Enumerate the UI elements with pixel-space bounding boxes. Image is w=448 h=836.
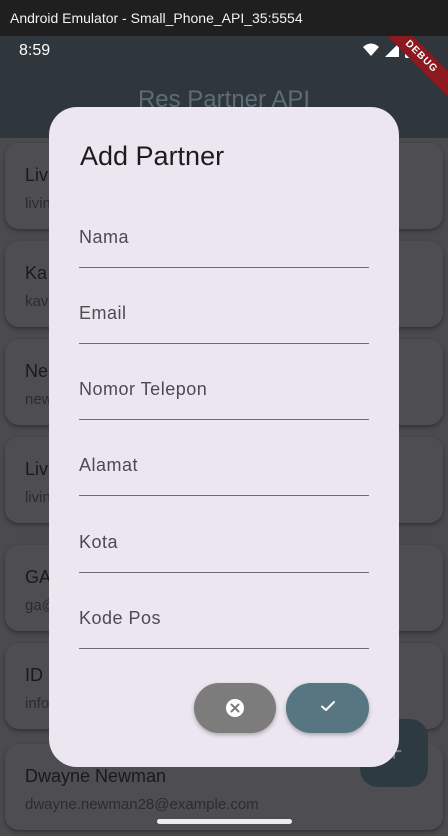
wifi-icon <box>363 43 379 62</box>
save-button[interactable] <box>286 683 369 733</box>
partner-name: Ka <box>25 263 48 283</box>
kota-input[interactable] <box>79 512 369 572</box>
nomor-telepon-field <box>79 359 369 420</box>
status-bar: 8:59 <box>0 36 448 68</box>
partner-email: livin <box>25 489 51 506</box>
cancel-icon <box>226 699 244 717</box>
kode-pos-input[interactable] <box>79 588 369 648</box>
status-time: 8:59 <box>19 42 51 59</box>
email-field <box>79 283 369 344</box>
email-input[interactable] <box>79 283 369 343</box>
partner-email: livin <box>25 195 51 212</box>
alamat-field <box>79 435 369 496</box>
alamat-input[interactable] <box>79 435 369 495</box>
kode-pos-field <box>79 588 369 649</box>
partner-name: Liv <box>25 459 49 479</box>
partner-name: Ne <box>25 361 49 381</box>
phone-screen: 8:59 Res Partner API DEBUG Liv livin Ka <box>0 36 448 836</box>
add-partner-dialog: Add Partner <box>49 107 399 767</box>
window-title: Android Emulator - Small_Phone_API_35:55… <box>10 10 303 26</box>
dialog-title: Add Partner <box>80 141 225 171</box>
home-indicator[interactable] <box>157 819 292 824</box>
partner-email: kav <box>25 293 49 310</box>
partner-email: dwayne.newman28@example.com <box>25 796 259 813</box>
kota-field <box>79 512 369 573</box>
check-icon <box>319 699 337 718</box>
emulator-title-bar: Android Emulator - Small_Phone_API_35:55… <box>0 0 448 36</box>
partner-name: Dwayne Newman <box>25 766 167 786</box>
partner-name: ID <box>25 665 43 685</box>
nama-input[interactable] <box>79 207 369 267</box>
cancel-button[interactable] <box>194 683 276 733</box>
nama-field <box>79 207 369 268</box>
partner-email: info <box>25 695 50 712</box>
nomor-telepon-input[interactable] <box>79 359 369 419</box>
partner-name: GA <box>25 567 52 587</box>
partner-name: Liv <box>25 165 49 185</box>
